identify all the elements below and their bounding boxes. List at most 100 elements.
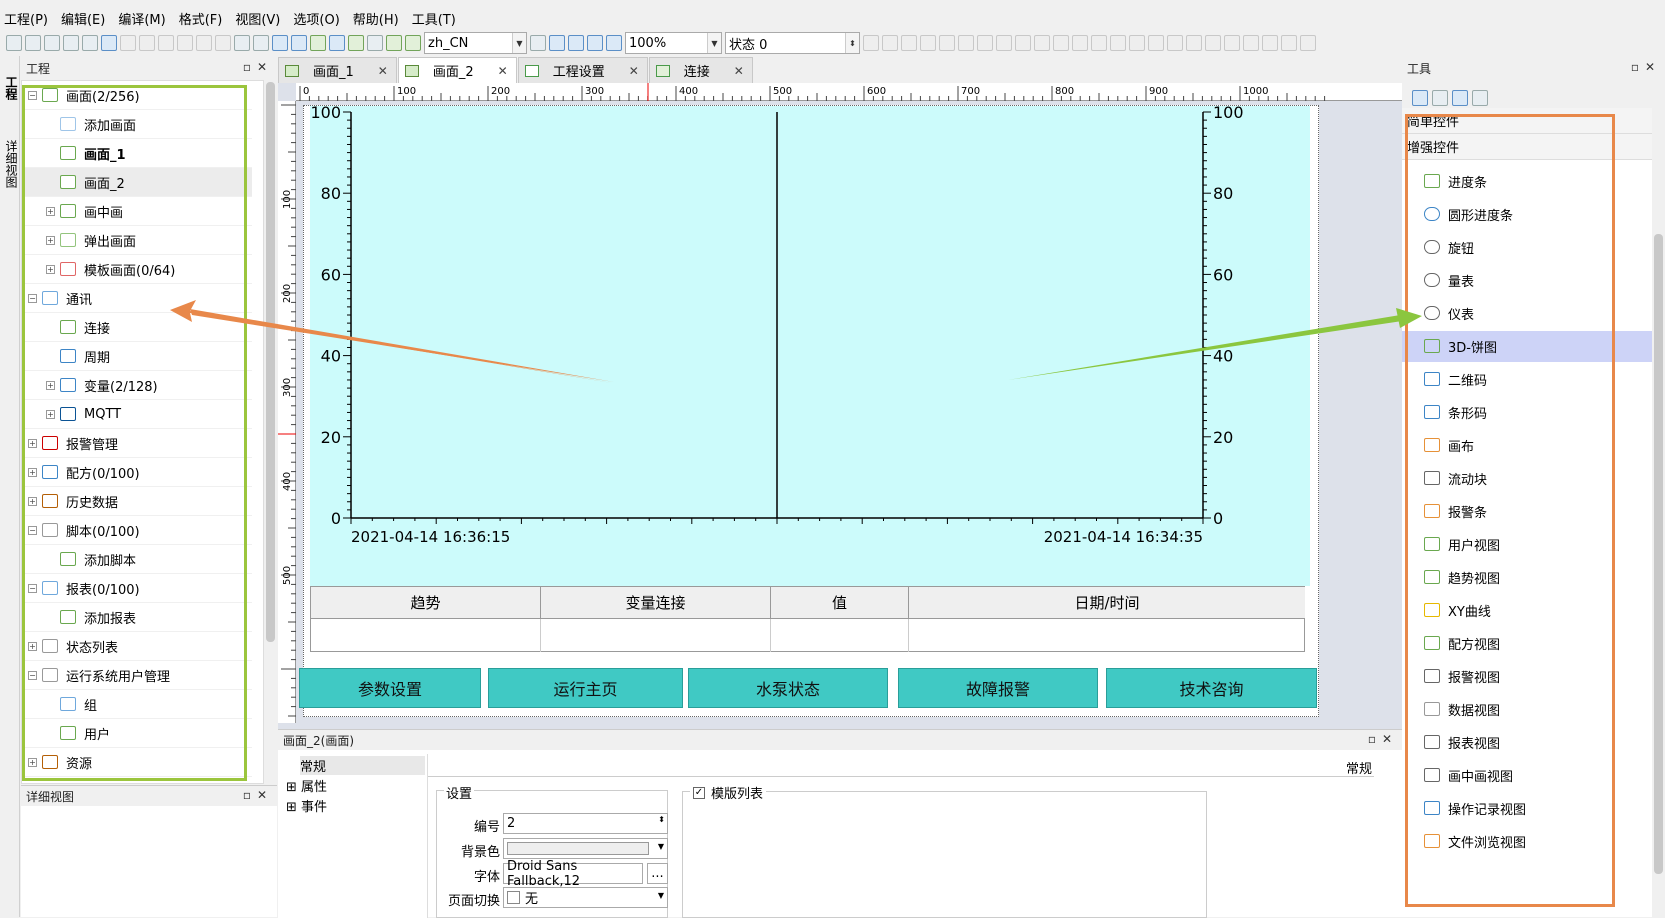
- close-project-icon[interactable]: [44, 35, 60, 51]
- tools-section-header[interactable]: 简单控件: [1402, 108, 1652, 134]
- tool-item[interactable]: 画中画视图: [1402, 760, 1652, 791]
- same-width-icon[interactable]: [1015, 35, 1031, 51]
- tree-item[interactable]: 添加报表: [22, 603, 252, 632]
- tree-item[interactable]: + MQTT: [22, 400, 252, 429]
- unlock-icon[interactable]: [1205, 35, 1221, 51]
- tree-scrollbar[interactable]: [264, 80, 277, 784]
- tree-item[interactable]: + 历史数据: [22, 487, 252, 516]
- align-center-icon[interactable]: [882, 35, 898, 51]
- tool-item[interactable]: 趋势视图: [1402, 562, 1652, 593]
- vtab-detail[interactable]: 详细视图: [3, 140, 20, 188]
- send-backward-icon[interactable]: [1281, 35, 1297, 51]
- close-icon[interactable]: ✕: [498, 64, 508, 78]
- tree-item[interactable]: − 通讯: [22, 284, 252, 313]
- design-canvas[interactable]: 0 100 200 300 400 500 600 700 800 900 1000 100 200 3…: [278, 83, 1402, 723]
- spinner-arrows-icon[interactable]: ⬍: [658, 815, 665, 824]
- trend-view-control[interactable]: 100 100 80 80 60 60 40 40 20 20 0 0 2021-04-14 16:36…: [310, 103, 1310, 586]
- flip-v-icon[interactable]: [1129, 35, 1145, 51]
- tree-item[interactable]: + 配方(0/100): [22, 458, 252, 487]
- col-header-variable[interactable]: 变量连接: [541, 587, 771, 619]
- collapse-icon[interactable]: −: [28, 91, 37, 100]
- expand-icon[interactable]: +: [28, 468, 37, 477]
- nav-button-params[interactable]: 参数设置: [299, 668, 481, 708]
- tree-item[interactable]: + 画中画: [22, 197, 252, 226]
- tree-item[interactable]: 周期: [22, 342, 252, 371]
- align-bottom-icon[interactable]: [958, 35, 974, 51]
- tab-screen-1[interactable]: 画面_1 ✕: [278, 57, 397, 83]
- tool-item[interactable]: 条形码: [1402, 397, 1652, 428]
- nav-events[interactable]: ⊞ 事件: [286, 796, 327, 815]
- bring-front-icon[interactable]: [1224, 35, 1240, 51]
- tool-item[interactable]: 用户视图: [1402, 529, 1652, 560]
- tool-item[interactable]: 报警视图: [1402, 661, 1652, 692]
- tool-item[interactable]: 配方视图: [1402, 628, 1652, 659]
- tool-item[interactable]: 数据视图: [1402, 694, 1652, 725]
- align-left-icon[interactable]: [863, 35, 879, 51]
- tree-item[interactable]: 连接: [22, 313, 252, 342]
- panel-float-close-icon[interactable]: ▫✕: [1368, 732, 1398, 746]
- flip-h-icon[interactable]: [1110, 35, 1126, 51]
- grid-icon[interactable]: [549, 35, 565, 51]
- tree-item[interactable]: − 画面(2/256): [22, 81, 252, 110]
- tree-item[interactable]: + 状态列表: [22, 632, 252, 661]
- stamp-icon[interactable]: [1432, 90, 1448, 106]
- language-select[interactable]: zh_CN ▼: [424, 32, 527, 54]
- align-middle-icon[interactable]: [939, 35, 955, 51]
- paste-icon[interactable]: [177, 35, 193, 51]
- nav-general[interactable]: 常规: [300, 756, 425, 775]
- tools-section-header[interactable]: 增强控件: [1402, 134, 1652, 160]
- print-icon[interactable]: [82, 35, 98, 51]
- menu-item[interactable]: 编辑(E): [61, 9, 105, 28]
- ungroup-objects-icon[interactable]: [1167, 35, 1183, 51]
- col-header-trend[interactable]: 趋势: [311, 587, 541, 619]
- expand-icon[interactable]: +: [46, 236, 55, 245]
- pointer-icon[interactable]: [1412, 90, 1428, 106]
- rotate-right-icon[interactable]: [1091, 35, 1107, 51]
- id-spinner[interactable]: 2 ⬍: [503, 813, 668, 834]
- nav-button-support[interactable]: 技术咨询: [1106, 668, 1317, 708]
- rotate-left-icon[interactable]: [1072, 35, 1088, 51]
- zoom-out-icon[interactable]: [606, 35, 622, 51]
- tool-item[interactable]: 画布: [1402, 430, 1652, 461]
- tool-item[interactable]: 报表视图: [1402, 727, 1652, 758]
- tool-item[interactable]: 文件浏览视图: [1402, 826, 1652, 857]
- collapse-icon[interactable]: −: [28, 526, 37, 535]
- binoculars-icon[interactable]: [530, 35, 546, 51]
- tree-item[interactable]: + 弹出画面: [22, 226, 252, 255]
- expand-icon[interactable]: +: [46, 207, 55, 216]
- delete-icon[interactable]: [196, 35, 212, 51]
- run-icon[interactable]: [291, 35, 307, 51]
- collapse-icon[interactable]: −: [28, 671, 37, 680]
- menu-item[interactable]: 格式(F): [179, 9, 223, 28]
- transfer2-icon[interactable]: [405, 35, 421, 51]
- tool-item[interactable]: 进度条: [1402, 166, 1652, 197]
- expand-icon[interactable]: +: [28, 439, 37, 448]
- trend-legend-table[interactable]: 趋势 变量连接 值 日期/时间: [310, 586, 1305, 652]
- network-icon[interactable]: [367, 35, 383, 51]
- font-browse-button[interactable]: ...: [647, 863, 668, 884]
- send-back-icon[interactable]: [1243, 35, 1259, 51]
- expand-icon[interactable]: +: [28, 642, 37, 651]
- cut-icon[interactable]: [139, 35, 155, 51]
- zoom-select[interactable]: 100% ▼: [625, 32, 722, 54]
- panel-float-close-icon[interactable]: ▫✕: [1631, 60, 1661, 74]
- tools-scroll-thumb[interactable]: [1654, 234, 1663, 874]
- new-icon[interactable]: [6, 35, 22, 51]
- distribute-h-icon[interactable]: [977, 35, 993, 51]
- grid-view-icon[interactable]: [1472, 90, 1488, 106]
- nav-attributes[interactable]: ⊞ 属性: [286, 776, 327, 795]
- col-header-datetime[interactable]: 日期/时间: [909, 587, 1305, 619]
- expand-icon[interactable]: +: [28, 758, 37, 767]
- group-objects-icon[interactable]: [1148, 35, 1164, 51]
- tool-item[interactable]: 流动块: [1402, 463, 1652, 494]
- tree-item[interactable]: + 资源: [22, 748, 252, 777]
- tree-item[interactable]: 组: [22, 690, 252, 719]
- lock-icon[interactable]: [1186, 35, 1202, 51]
- tree-item[interactable]: − 运行系统用户管理: [22, 661, 252, 690]
- collapse-icon[interactable]: −: [28, 294, 37, 303]
- download-icon[interactable]: [310, 35, 326, 51]
- nav-button-fault[interactable]: 故障报警: [898, 668, 1098, 708]
- close-icon[interactable]: ✕: [378, 64, 388, 78]
- remove-icon[interactable]: [215, 35, 231, 51]
- tool-item[interactable]: 旋钮: [1402, 232, 1652, 263]
